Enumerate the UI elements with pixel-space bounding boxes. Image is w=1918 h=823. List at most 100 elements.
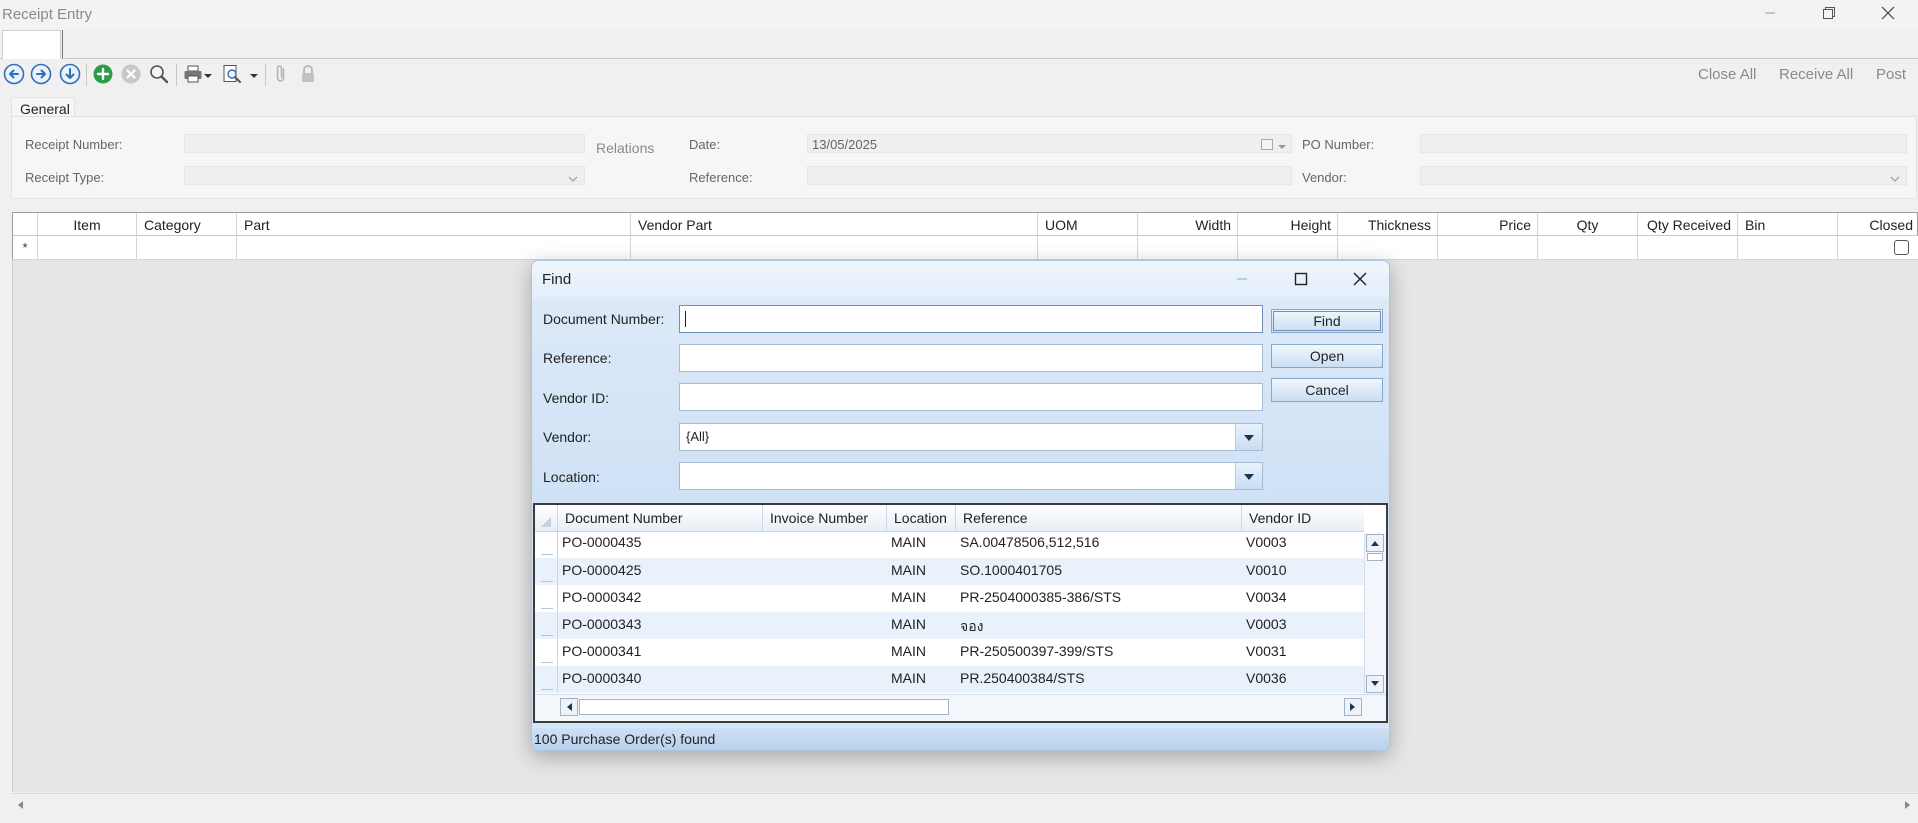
column-header-reference[interactable]: Reference [956,505,1242,531]
preview-dropdown-button[interactable] [248,63,260,87]
find-button[interactable] [147,63,171,87]
location-combo[interactable] [679,462,1263,490]
column-header-bin[interactable]: Bin [1738,213,1838,235]
dialog-close-button[interactable] [1338,265,1382,295]
grid-horizontal-scrollbar[interactable] [12,793,1918,813]
receipt-type-combo[interactable] [184,166,585,185]
document-number-input[interactable] [679,305,1263,333]
column-header-closed[interactable]: Closed [1838,213,1918,235]
scroll-right-icon[interactable] [1902,798,1912,813]
cell-width[interactable] [1138,236,1238,259]
restore-button[interactable] [1806,0,1852,30]
date-field[interactable]: 13/05/2025 [807,134,1292,153]
lock-button[interactable] [296,63,320,87]
column-header-qty[interactable]: Qty [1538,213,1638,235]
column-header-location[interactable]: Location [887,505,956,531]
po-number-field[interactable] [1420,134,1907,153]
find-button[interactable]: Find [1271,309,1383,333]
horizontal-scroll-thumb[interactable] [579,699,949,715]
window-title: Receipt Entry [2,6,93,23]
previous-record-button[interactable] [2,63,26,87]
vendor-dropdown-button[interactable] [1235,424,1262,450]
row-selector[interactable] [535,612,558,639]
row-selector[interactable] [535,666,558,693]
cell-part[interactable] [237,236,631,259]
vertical-scroll-thumb[interactable] [1367,553,1383,561]
chevron-down-icon[interactable] [1277,140,1287,155]
paperclip-icon [270,63,292,88]
cell-qty[interactable] [1538,236,1638,259]
cell-qty-received[interactable] [1638,236,1738,259]
column-header-invoice-number[interactable]: Invoice Number [763,505,887,531]
delete-button[interactable] [119,63,143,87]
row-selector[interactable] [535,531,558,558]
column-header-item[interactable]: Item [38,213,137,235]
new-row[interactable]: * [12,236,1918,260]
column-header-thickness[interactable]: Thickness [1338,213,1438,235]
cell-vendor-part[interactable] [631,236,1038,259]
tab-general[interactable]: General [11,97,75,117]
next-record-button[interactable] [29,63,53,87]
cell-uom[interactable] [1038,236,1138,259]
location-dropdown-button[interactable] [1235,463,1262,489]
result-row[interactable]: PO-0000425 MAIN SO.1000401705 V0010 [535,558,1364,585]
result-row[interactable]: PO-0000435 MAIN SA.00478506,512,516 V000… [535,531,1364,558]
column-header-uom[interactable]: UOM [1038,213,1138,235]
row-selector[interactable] [535,639,558,666]
vendor-combo[interactable] [1420,166,1907,185]
row-selector[interactable] [535,585,558,612]
vendor-id-input[interactable] [679,383,1263,411]
column-header-part[interactable]: Part [237,213,631,235]
column-header-document-number[interactable]: Document Number [558,505,763,531]
results-horizontal-scrollbar[interactable] [535,694,1386,721]
column-header-height[interactable]: Height [1238,213,1338,235]
cell-price[interactable] [1438,236,1538,259]
print-dropdown-button[interactable] [202,63,214,87]
result-row[interactable]: PO-0000340 MAIN PR.250400384/STS V0036 [535,666,1364,693]
scroll-left-icon[interactable] [560,698,578,716]
cell-thickness[interactable] [1338,236,1438,259]
scroll-left-icon[interactable] [16,798,26,813]
reference-field[interactable] [807,166,1292,185]
column-header-vendor-part[interactable]: Vendor Part [631,213,1038,235]
result-vendor-id: V0003 [1246,616,1287,632]
post-button[interactable]: Post [1876,66,1906,83]
last-record-button[interactable] [58,63,82,87]
result-row[interactable]: PO-0000343 MAIN จอง V0003 [535,612,1364,639]
attachment-button[interactable] [269,63,293,87]
calendar-icon[interactable] [1261,138,1273,153]
receive-all-button[interactable]: Receive All [1779,66,1853,83]
results-vertical-scrollbar[interactable] [1364,533,1386,694]
cell-bin[interactable] [1738,236,1838,259]
column-header-vendor-id[interactable]: Vendor ID [1242,505,1364,531]
results-select-all[interactable] [535,505,558,531]
cancel-button[interactable]: Cancel [1271,378,1383,402]
result-row[interactable]: PO-0000341 MAIN PR-250500397-399/STS V00… [535,639,1364,666]
closed-checkbox[interactable] [1894,240,1909,255]
close-all-button[interactable]: Close All [1698,66,1756,83]
minimize-button[interactable] [1747,0,1793,30]
column-header-width[interactable]: Width [1138,213,1238,235]
reference-input[interactable] [679,344,1263,372]
receipt-number-field[interactable] [184,134,585,153]
vendor-combo[interactable]: {All} [679,423,1263,451]
cell-item[interactable] [38,236,137,259]
window-close-button[interactable] [1865,0,1911,30]
preview-button[interactable] [220,63,244,87]
dialog-maximize-button[interactable] [1279,265,1323,295]
column-header-price[interactable]: Price [1438,213,1538,235]
dialog-minimize-button[interactable] [1220,265,1264,295]
cell-category[interactable] [137,236,237,259]
scroll-right-icon[interactable] [1344,698,1362,716]
scroll-down-icon[interactable] [1366,675,1384,693]
scroll-up-icon[interactable] [1366,534,1384,552]
result-row[interactable]: PO-0000342 MAIN PR-2504000385-386/STS V0… [535,585,1364,612]
open-button[interactable]: Open [1271,344,1383,368]
column-header-qty-received[interactable]: Qty Received [1638,213,1738,235]
column-header-category[interactable]: Category [137,213,237,235]
document-tab[interactable] [2,30,61,59]
cell-height[interactable] [1238,236,1338,259]
add-button[interactable] [91,63,115,87]
row-selector[interactable] [535,558,558,585]
relations-link[interactable]: Relations [596,140,654,156]
